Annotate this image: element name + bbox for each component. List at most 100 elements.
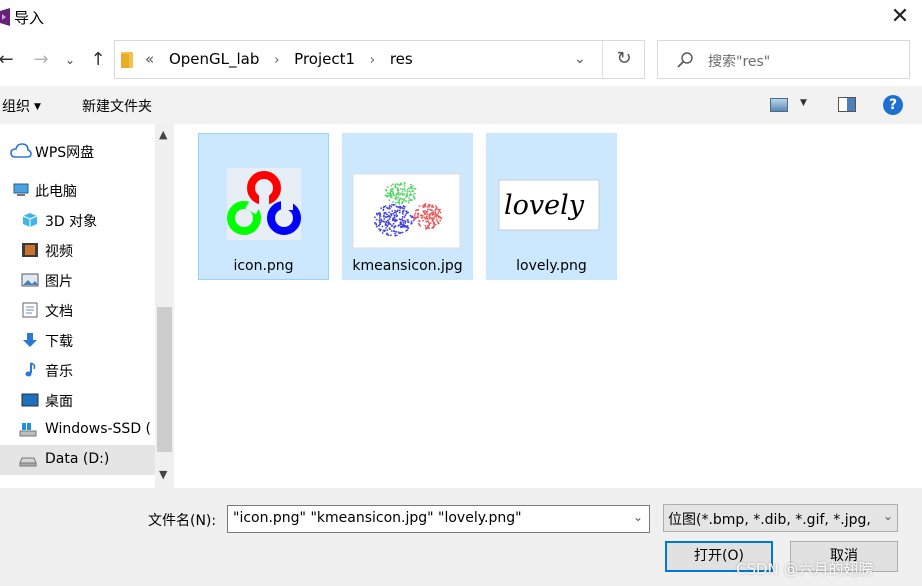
thumbnail-dot bbox=[427, 226, 430, 229]
thumbnail-dot bbox=[409, 214, 412, 217]
thumbnail-dot bbox=[386, 229, 389, 231]
sidebar-item-downloads[interactable]: 下载 bbox=[0, 325, 155, 355]
thumbnail-dot bbox=[404, 214, 407, 217]
help-icon[interactable]: ? bbox=[883, 95, 903, 115]
sidebar-item-3d-objects[interactable]: 3D 对象 bbox=[0, 205, 155, 235]
thumbnail-dot bbox=[394, 183, 397, 186]
dialog-footer: 文件名(N): "icon.png" "kmeansicon.jpg" "lov… bbox=[0, 488, 922, 586]
sidebar-item-desktop[interactable]: 桌面 bbox=[0, 385, 155, 415]
thumbnail-dot bbox=[419, 214, 422, 217]
file-item-icon-png[interactable]: icon.png bbox=[198, 133, 329, 280]
thumbnail-dot bbox=[398, 200, 400, 203]
folder-icon bbox=[121, 52, 133, 68]
thumbnail-dot bbox=[405, 196, 407, 198]
thumbnail-dot bbox=[401, 207, 404, 209]
recent-locations-chevron-icon[interactable]: ⌄ bbox=[62, 46, 78, 74]
thumbnail-dot bbox=[431, 217, 433, 219]
thumbnail-dot bbox=[397, 231, 400, 233]
thumbnail-dot bbox=[382, 214, 385, 217]
filename-dropdown-icon[interactable]: ⌄ bbox=[633, 510, 643, 524]
refresh-icon[interactable]: ↻ bbox=[613, 48, 635, 69]
thumbnail-dot bbox=[392, 222, 395, 225]
breadcrumb-separator-icon[interactable]: › bbox=[370, 53, 375, 68]
scroll-down-icon[interactable]: ▼ bbox=[159, 468, 167, 481]
sidebar-item-videos[interactable]: 视频 bbox=[0, 235, 155, 265]
sidebar-item-label: 此电脑 bbox=[35, 184, 77, 200]
back-arrow-icon[interactable]: ← bbox=[0, 46, 16, 74]
thumbnail-dot bbox=[425, 226, 428, 229]
title-bar: 导入 ✕ bbox=[0, 0, 922, 34]
thumbnail-dot bbox=[389, 207, 391, 210]
sidebar-item-documents[interactable]: 文档 bbox=[0, 295, 155, 325]
thumbnail-dot bbox=[436, 214, 439, 217]
thumbnail-dot bbox=[393, 214, 396, 217]
thumbnail-dot bbox=[422, 215, 424, 217]
desktop-icon bbox=[21, 393, 39, 407]
scrollbar-thumb[interactable] bbox=[157, 307, 172, 452]
computer-icon bbox=[13, 183, 29, 196]
thumbnail-dot bbox=[405, 212, 408, 215]
thumbnail-dot bbox=[392, 212, 394, 215]
organize-button[interactable]: 组织 ▼ bbox=[2, 96, 41, 116]
thumbnail-dot bbox=[406, 192, 409, 195]
close-icon[interactable]: ✕ bbox=[886, 4, 914, 30]
thumbnail-dot bbox=[401, 200, 404, 203]
thumbnail-dot bbox=[423, 204, 426, 207]
sidebar-item-this-pc[interactable]: 此电脑 bbox=[0, 175, 155, 205]
thumbnail-dot bbox=[401, 188, 404, 190]
scroll-up-icon[interactable]: ▲ bbox=[159, 128, 167, 141]
new-folder-button[interactable]: 新建文件夹 bbox=[82, 96, 152, 116]
thumbnail-dot bbox=[375, 225, 378, 228]
thumbnail-dot bbox=[413, 216, 416, 219]
thumbnail-dot bbox=[439, 208, 441, 211]
thumbnail-dot bbox=[404, 190, 407, 192]
thumbnail-dot bbox=[425, 215, 428, 217]
sidebar-item-pictures[interactable]: 图片 bbox=[0, 265, 155, 295]
file-type-select[interactable]: 位图(*.bmp, *.dib, *.gif, *.jpg, ⌄ bbox=[663, 504, 898, 532]
thumbnail-dot bbox=[374, 222, 376, 224]
sidebar-item-wps-cloud[interactable]: WPS网盘 bbox=[0, 136, 155, 166]
thumbnail-dot bbox=[435, 207, 438, 210]
thumbnail-dot bbox=[429, 208, 431, 211]
thumbnail-dot bbox=[401, 218, 404, 220]
search-input[interactable]: 搜索"res" bbox=[657, 40, 910, 79]
breadcrumb-overflow-icon[interactable]: « bbox=[145, 50, 154, 68]
address-bar[interactable]: « OpenGL_lab › Project1 › res ⌄ ↻ bbox=[114, 40, 645, 79]
address-dropdown-icon[interactable]: ⌄ bbox=[574, 51, 590, 67]
thumbnail-dot bbox=[411, 187, 413, 190]
change-view-icon[interactable] bbox=[770, 98, 788, 112]
file-item-kmeansicon-jpg[interactable]: kmeansicon.jpg bbox=[342, 133, 473, 280]
thumbnail-dot bbox=[408, 190, 411, 193]
sidebar-item-label: 图片 bbox=[45, 274, 73, 290]
navigation-scrollbar[interactable]: ▲ ▼ bbox=[155, 124, 174, 488]
thumbnail-dot bbox=[400, 225, 402, 228]
preview-pane-icon[interactable] bbox=[838, 97, 856, 112]
thumbnail-dot bbox=[379, 213, 381, 215]
file-name: lovely.png bbox=[516, 258, 587, 274]
sidebar-item-music[interactable]: 音乐 bbox=[0, 355, 155, 385]
up-arrow-icon[interactable]: ↑ bbox=[86, 46, 110, 74]
breadcrumb-item-opengl-lab[interactable]: OpenGL_lab bbox=[169, 50, 259, 68]
breadcrumb-separator-icon[interactable]: › bbox=[274, 53, 279, 68]
file-type-dropdown-icon[interactable]: ⌄ bbox=[880, 509, 893, 523]
thumbnail-dot bbox=[395, 205, 398, 208]
thumbnail-dot bbox=[384, 211, 387, 214]
thumbnail-dot bbox=[378, 219, 381, 222]
thumbnail-dot bbox=[414, 212, 417, 215]
sidebar-item-label: 3D 对象 bbox=[45, 214, 98, 230]
sidebar-item-windows-ssd[interactable]: Windows-SSD ( bbox=[0, 415, 155, 445]
thumbnail-dot bbox=[378, 224, 380, 227]
thumbnail-dot bbox=[399, 221, 402, 224]
breadcrumb-item-res[interactable]: res bbox=[390, 50, 413, 68]
thumbnail-dot bbox=[431, 209, 433, 212]
thumbnail-dot bbox=[401, 190, 404, 193]
breadcrumb-item-project1[interactable]: Project1 bbox=[294, 50, 355, 68]
filename-input[interactable]: "icon.png" "kmeansicon.jpg" "lovely.png"… bbox=[227, 505, 650, 533]
view-options-dropdown-icon[interactable]: ▼ bbox=[800, 98, 807, 108]
thumbnail-dot bbox=[403, 193, 406, 196]
thumbnail-dot bbox=[435, 216, 437, 218]
file-item-lovely-png[interactable]: lovely lovely.png bbox=[486, 133, 617, 280]
thumbnail-dot bbox=[437, 209, 440, 211]
sidebar-item-data-d[interactable]: Data (D:) bbox=[0, 445, 155, 475]
forward-arrow-icon[interactable]: → bbox=[30, 46, 52, 74]
